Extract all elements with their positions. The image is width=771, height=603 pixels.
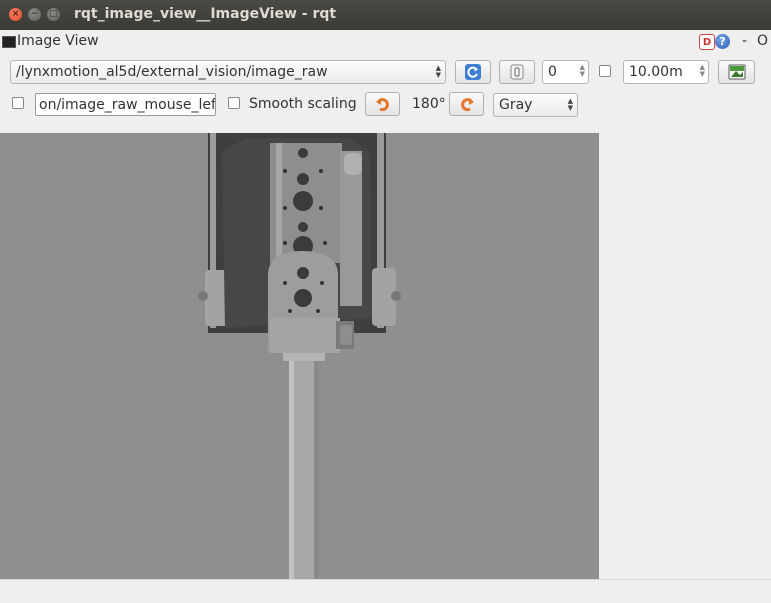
mouse-topic-input[interactable]: on/image_raw_mouse_left — [35, 93, 216, 116]
duration-spinbox-value: 10.00m — [629, 64, 683, 80]
maximize-icon: □ — [49, 9, 58, 19]
window-title: rqt_image_view__ImageView - rqt — [74, 6, 337, 22]
minimize-icon: − — [30, 9, 39, 19]
minimize-plugin-button[interactable]: - — [742, 33, 747, 49]
topic-select[interactable]: /lynxmotion_al5d/external_vision/image_r… — [10, 60, 446, 84]
spin-arrows-icon: ▲ ▼ — [579, 63, 585, 78]
status-bar — [0, 579, 771, 603]
rotate-right-icon — [460, 98, 474, 112]
title-bar: × − □ rqt_image_view__ImageView - rqt — [0, 0, 771, 30]
refresh-icon — [465, 64, 481, 80]
number-spinbox-value: 0 — [548, 64, 557, 80]
plugin-header — [0, 30, 771, 54]
publish-mouse-checkbox[interactable] — [12, 97, 24, 109]
zoom-1-button[interactable] — [499, 60, 535, 84]
topic-select-value: /lynxmotion_al5d/external_vision/image_r… — [16, 64, 328, 80]
rotation-label: 180° — [412, 96, 446, 112]
duration-spinbox[interactable]: 10.00m ▲ ▼ — [623, 60, 709, 84]
updown-arrows-icon: ▲ ▼ — [567, 97, 573, 112]
number-spinbox[interactable]: 0 ▲ ▼ — [542, 60, 589, 84]
spin-arrows-icon: ▲ ▼ — [699, 63, 705, 78]
help-button[interactable]: ? — [715, 34, 730, 49]
window-maximize-button[interactable]: □ — [47, 8, 60, 21]
dock-d-button[interactable]: D — [699, 34, 715, 50]
window-close-button[interactable]: × — [9, 8, 22, 21]
save-image-icon — [728, 64, 745, 80]
image-view-icon — [2, 36, 16, 48]
rotate-right-button[interactable] — [449, 92, 484, 116]
close-plugin-button[interactable]: O — [757, 33, 768, 49]
window-minimize-button[interactable]: − — [28, 8, 41, 21]
color-scheme-select[interactable]: Gray ▲ ▼ — [493, 93, 578, 117]
rotate-left-button[interactable] — [365, 92, 400, 116]
close-icon: × — [11, 9, 20, 19]
robot-arm-image — [0, 133, 599, 579]
mouse-topic-value: on/image_raw_mouse_left — [39, 97, 216, 113]
color-scheme-value: Gray — [499, 97, 533, 113]
smooth-scaling-label: Smooth scaling — [249, 96, 357, 112]
plugin-title: Image View — [17, 33, 99, 49]
refresh-button[interactable] — [455, 60, 491, 84]
dynamic-range-checkbox[interactable] — [599, 65, 611, 77]
updown-arrows-icon: ▲ ▼ — [435, 64, 441, 79]
save-image-button[interactable] — [718, 60, 755, 84]
rotate-left-icon — [375, 98, 389, 112]
image-display[interactable] — [0, 133, 599, 579]
smooth-scaling-checkbox[interactable] — [228, 97, 240, 109]
zoom-original-icon — [510, 64, 524, 80]
